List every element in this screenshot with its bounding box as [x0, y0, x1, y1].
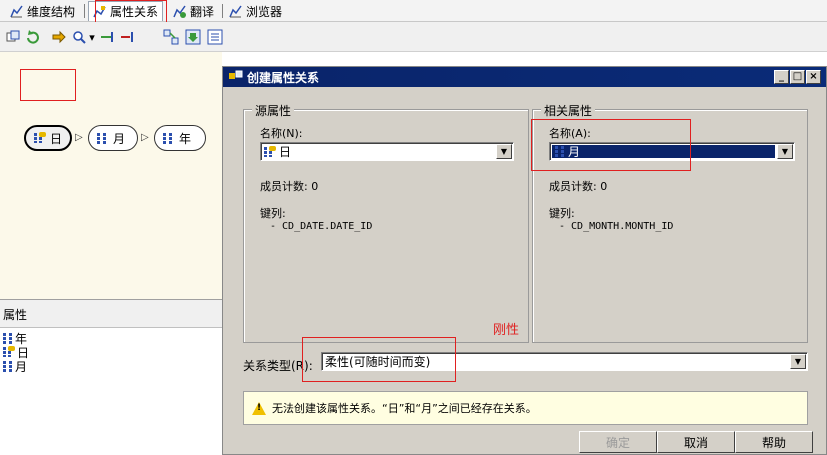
toolbar: ▾	[0, 22, 827, 52]
relationship-arrow: ▷	[141, 132, 149, 143]
cancel-button[interactable]: 取消	[657, 431, 735, 453]
browser-icon	[229, 5, 242, 18]
related-name-dropdown[interactable]: 月 ▼	[549, 142, 795, 161]
source-key-column: - CD_DATE.DATE_ID	[270, 221, 373, 232]
tab-label: 维度结构	[27, 4, 76, 19]
group-title: 相关属性	[541, 102, 596, 119]
dialog-titlebar: 创建属性关系 _ □ ×	[223, 67, 826, 87]
attribute-icon	[3, 332, 13, 344]
tab-label: 翻译	[190, 4, 215, 19]
structure-icon	[10, 5, 23, 18]
source-attribute-group: 源属性 名称(N): 日 ▼ 成员计数: 0 键列: - CD_DATE.DAT…	[243, 102, 529, 343]
source-member-count: 成员计数: 0	[260, 180, 319, 193]
relationship-type-dropdown[interactable]: 柔性(可随时间而变) ▼	[321, 352, 808, 371]
chevron-down-icon[interactable]: ▼	[790, 354, 806, 369]
diagram-node-year[interactable]: 年	[154, 125, 206, 151]
list-item[interactable]: 日	[0, 345, 222, 360]
panel-title: 属性	[3, 308, 28, 322]
rigid-annotation: 刚性	[493, 323, 520, 338]
minimize-icon[interactable]: _	[774, 70, 789, 84]
node-label: 日	[49, 131, 62, 146]
warning-text: 无法创建该属性关系。“日”和“月”之间已经存在关系。	[272, 402, 537, 415]
list-item-label: 月	[15, 359, 28, 374]
tab-label: 浏览器	[246, 4, 283, 19]
list-item[interactable]: 月	[0, 359, 222, 374]
list-item[interactable]: 年	[0, 331, 222, 346]
related-key-columns-label: 键列:	[549, 207, 575, 220]
source-name-value: 日	[279, 145, 292, 159]
related-member-count: 成员计数: 0	[549, 180, 608, 193]
diagram-node-day[interactable]: 日	[24, 125, 72, 151]
node-label: 年	[179, 131, 192, 146]
attribute-icon	[555, 146, 565, 157]
relationship-arrow: ▷	[75, 132, 83, 143]
attributes-panel-header: 属性	[0, 300, 222, 328]
attribute-icon	[163, 132, 173, 144]
source-name-dropdown[interactable]: 日 ▼	[260, 142, 514, 161]
relationship-type-label: 关系类型(R):	[243, 359, 313, 373]
maximize-icon[interactable]: □	[790, 70, 805, 84]
chevron-down-icon[interactable]: ▼	[777, 144, 793, 159]
properties-icon[interactable]	[206, 28, 224, 46]
expand-icon[interactable]	[98, 28, 116, 46]
key-attribute-icon	[264, 145, 276, 158]
attribute-icon	[3, 360, 13, 372]
source-key-columns-label: 键列:	[260, 207, 286, 220]
related-name-label: 名称(A):	[549, 127, 591, 140]
dialog-app-icon	[229, 70, 243, 85]
close-icon[interactable]: ×	[806, 70, 821, 84]
new-relationship-icon[interactable]	[4, 28, 22, 46]
chevron-down-icon[interactable]: ▼	[496, 144, 512, 159]
warning-icon	[252, 401, 266, 415]
attributes-panel: 属性 年 日 月	[0, 299, 222, 455]
key-attribute-icon	[3, 346, 15, 358]
key-attribute-icon	[34, 132, 46, 144]
arrow-right-icon[interactable]	[50, 28, 68, 46]
translation-icon	[173, 5, 186, 18]
related-key-column: - CD_MONTH.MONTH_ID	[559, 221, 674, 232]
tab-browser[interactable]: 浏览器	[225, 2, 286, 20]
tab-dimension-structure[interactable]: 维度结构	[6, 2, 79, 20]
refresh-icon[interactable]	[24, 28, 42, 46]
source-name-label: 名称(N):	[260, 127, 303, 140]
tab-attribute-relationships[interactable]: 属性关系	[88, 1, 164, 21]
relationship-type-value: 柔性(可随时间而变)	[325, 355, 431, 369]
download-icon[interactable]	[184, 28, 202, 46]
designer-tab-strip: 维度结构 属性关系 翻译 浏览器	[0, 0, 827, 22]
attribute-icon	[97, 132, 107, 144]
tab-label: 属性关系	[110, 5, 159, 19]
warning-bar: 无法创建该属性关系。“日”和“月”之间已经存在关系。	[243, 391, 808, 425]
create-attribute-relationship-dialog: 创建属性关系 _ □ × 源属性 名称(N): 日 ▼ 成员计数: 0 键列: …	[222, 66, 827, 455]
tab-translations[interactable]: 翻译	[169, 2, 218, 20]
zoom-icon[interactable]	[70, 28, 88, 46]
chevron-down-icon[interactable]: ▾	[88, 28, 96, 46]
dialog-title: 创建属性关系	[247, 70, 320, 85]
ok-button[interactable]: 确定	[579, 431, 657, 453]
collapse-icon[interactable]	[118, 28, 136, 46]
diagram-node-month[interactable]: 月	[88, 125, 138, 151]
node-label: 月	[113, 131, 126, 146]
group-title: 源属性	[252, 102, 295, 119]
relationship-diagram: 日 ▷ 月 ▷ 年	[0, 52, 222, 299]
related-name-value: 月	[568, 145, 581, 159]
help-button[interactable]: 帮助	[735, 431, 813, 453]
relationship-icon	[93, 5, 106, 18]
arrange-icon[interactable]	[162, 28, 180, 46]
related-attribute-group: 相关属性 名称(A): 月 ▼ 成员计数: 0 键列: - CD_MONTH.M…	[532, 102, 808, 343]
